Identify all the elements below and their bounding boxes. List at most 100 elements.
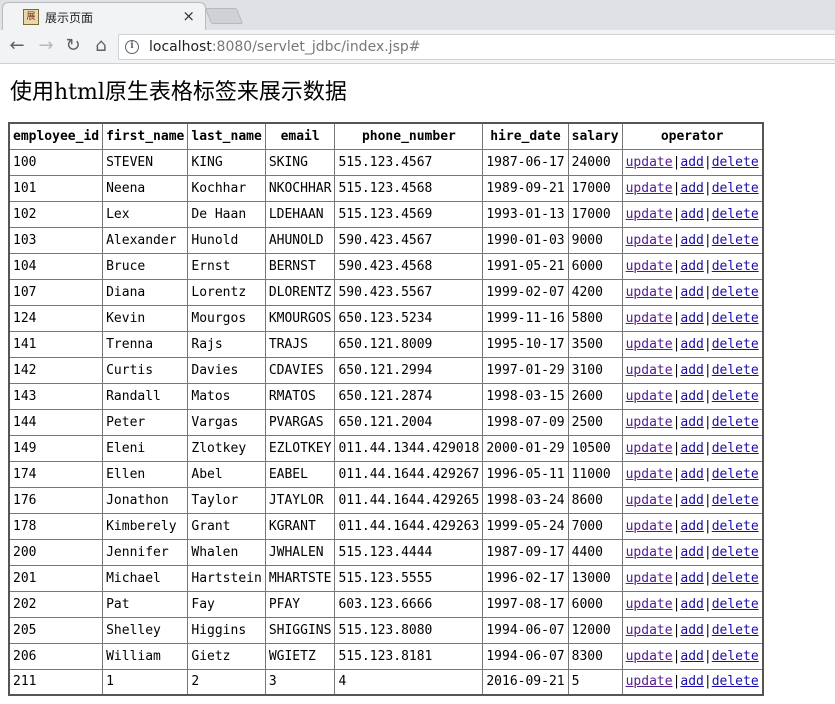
column-header-last-name: last_name: [187, 122, 266, 150]
update-link[interactable]: update: [626, 441, 673, 456]
update-link[interactable]: update: [626, 155, 673, 170]
delete-link[interactable]: delete: [712, 674, 759, 689]
update-link[interactable]: update: [626, 259, 673, 274]
first-name-cell: Lex: [102, 200, 189, 228]
link-separator: |: [703, 440, 712, 456]
hire-date-cell: 1998-03-24: [482, 486, 569, 514]
update-link[interactable]: update: [626, 519, 673, 534]
salary-cell: 2600: [567, 382, 623, 410]
add-link[interactable]: add: [680, 181, 703, 196]
delete-link[interactable]: delete: [712, 415, 759, 430]
delete-link[interactable]: delete: [712, 259, 759, 274]
delete-link[interactable]: delete: [712, 233, 759, 248]
first-name-cell: Peter: [102, 408, 189, 436]
update-link[interactable]: update: [626, 337, 673, 352]
link-separator: |: [703, 336, 712, 352]
add-link[interactable]: add: [680, 337, 703, 352]
back-arrow-icon[interactable]: ←: [6, 35, 28, 57]
add-link[interactable]: add: [680, 545, 703, 560]
last-name-cell: Fay: [187, 590, 266, 618]
update-link[interactable]: update: [626, 493, 673, 508]
add-link[interactable]: add: [680, 311, 703, 326]
update-link[interactable]: update: [626, 597, 673, 612]
update-link[interactable]: update: [626, 363, 673, 378]
delete-link[interactable]: delete: [712, 155, 759, 170]
tab-close-icon[interactable]: ×: [182, 7, 195, 25]
update-link[interactable]: update: [626, 207, 673, 222]
update-link[interactable]: update: [626, 285, 673, 300]
operator-cell: update|add|delete: [621, 226, 764, 254]
browser-tab[interactable]: 展 展示页面 ×: [2, 2, 206, 30]
delete-link[interactable]: delete: [712, 493, 759, 508]
add-link[interactable]: add: [680, 674, 703, 689]
reload-icon[interactable]: ↻: [62, 35, 84, 57]
column-header-operator: operator: [621, 122, 764, 150]
delete-link[interactable]: delete: [712, 649, 759, 664]
add-link[interactable]: add: [680, 519, 703, 534]
add-link[interactable]: add: [680, 285, 703, 300]
add-link[interactable]: add: [680, 415, 703, 430]
update-link[interactable]: update: [626, 415, 673, 430]
update-link[interactable]: update: [626, 674, 673, 689]
delete-link[interactable]: delete: [712, 519, 759, 534]
add-link[interactable]: add: [680, 389, 703, 404]
phone-number-cell: 650.121.8009: [334, 330, 484, 358]
add-link[interactable]: add: [680, 571, 703, 586]
phone-number-cell: 650.123.5234: [334, 304, 484, 332]
add-link[interactable]: add: [680, 467, 703, 482]
add-link[interactable]: add: [680, 233, 703, 248]
site-info-icon[interactable]: i: [125, 40, 139, 54]
email-cell: EZLOTKEY: [264, 434, 336, 462]
delete-link[interactable]: delete: [712, 389, 759, 404]
update-link[interactable]: update: [626, 181, 673, 196]
add-link[interactable]: add: [680, 597, 703, 612]
delete-link[interactable]: delete: [712, 571, 759, 586]
update-link[interactable]: update: [626, 389, 673, 404]
delete-link[interactable]: delete: [712, 311, 759, 326]
employee-id-cell: 143: [8, 382, 104, 410]
first-name-cell: Shelley: [102, 616, 189, 644]
update-link[interactable]: update: [626, 467, 673, 482]
delete-link[interactable]: delete: [712, 337, 759, 352]
add-link[interactable]: add: [680, 363, 703, 378]
update-link[interactable]: update: [626, 311, 673, 326]
delete-link[interactable]: delete: [712, 623, 759, 638]
table-row: 176 Jonathon Taylor JTAYLOR 011.44.1644.4292…: [8, 486, 764, 514]
forward-arrow-icon[interactable]: →: [35, 35, 57, 57]
salary-cell: 5800: [567, 304, 623, 332]
table-row: 206 William Gietz WGIETZ 515.123.8181 1994-06…: [8, 642, 764, 670]
update-link[interactable]: update: [626, 233, 673, 248]
add-link[interactable]: add: [680, 623, 703, 638]
salary-cell: 6000: [567, 590, 623, 618]
salary-cell: 6000: [567, 252, 623, 280]
employee-id-cell: 201: [8, 564, 104, 592]
new-tab-button[interactable]: [204, 8, 244, 24]
delete-link[interactable]: delete: [712, 467, 759, 482]
address-bar[interactable]: i localhost:8080/servlet_jdbc/index.jsp#: [118, 34, 835, 60]
home-icon[interactable]: ⌂: [90, 35, 112, 57]
add-link[interactable]: add: [680, 207, 703, 222]
update-link[interactable]: update: [626, 649, 673, 664]
update-link[interactable]: update: [626, 623, 673, 638]
add-link[interactable]: add: [680, 155, 703, 170]
delete-link[interactable]: delete: [712, 441, 759, 456]
add-link[interactable]: add: [680, 441, 703, 456]
salary-cell: 7000: [567, 512, 623, 540]
delete-link[interactable]: delete: [712, 207, 759, 222]
add-link[interactable]: add: [680, 259, 703, 274]
employee-table: employee_id first_name last_name email phone…: [8, 122, 764, 696]
email-cell: WGIETZ: [264, 642, 336, 670]
url-text[interactable]: localhost:8080/servlet_jdbc/index.jsp#: [149, 39, 420, 55]
update-link[interactable]: update: [626, 545, 673, 560]
email-cell: KMOURGOS: [264, 304, 336, 332]
update-link[interactable]: update: [626, 571, 673, 586]
delete-link[interactable]: delete: [712, 285, 759, 300]
add-link[interactable]: add: [680, 493, 703, 508]
delete-link[interactable]: delete: [712, 181, 759, 196]
table-row: 200 Jennifer Whalen JWHALEN 515.123.4444 1987…: [8, 538, 764, 566]
delete-link[interactable]: delete: [712, 597, 759, 612]
delete-link[interactable]: delete: [712, 363, 759, 378]
employee-id-cell: 176: [8, 486, 104, 514]
delete-link[interactable]: delete: [712, 545, 759, 560]
add-link[interactable]: add: [680, 649, 703, 664]
